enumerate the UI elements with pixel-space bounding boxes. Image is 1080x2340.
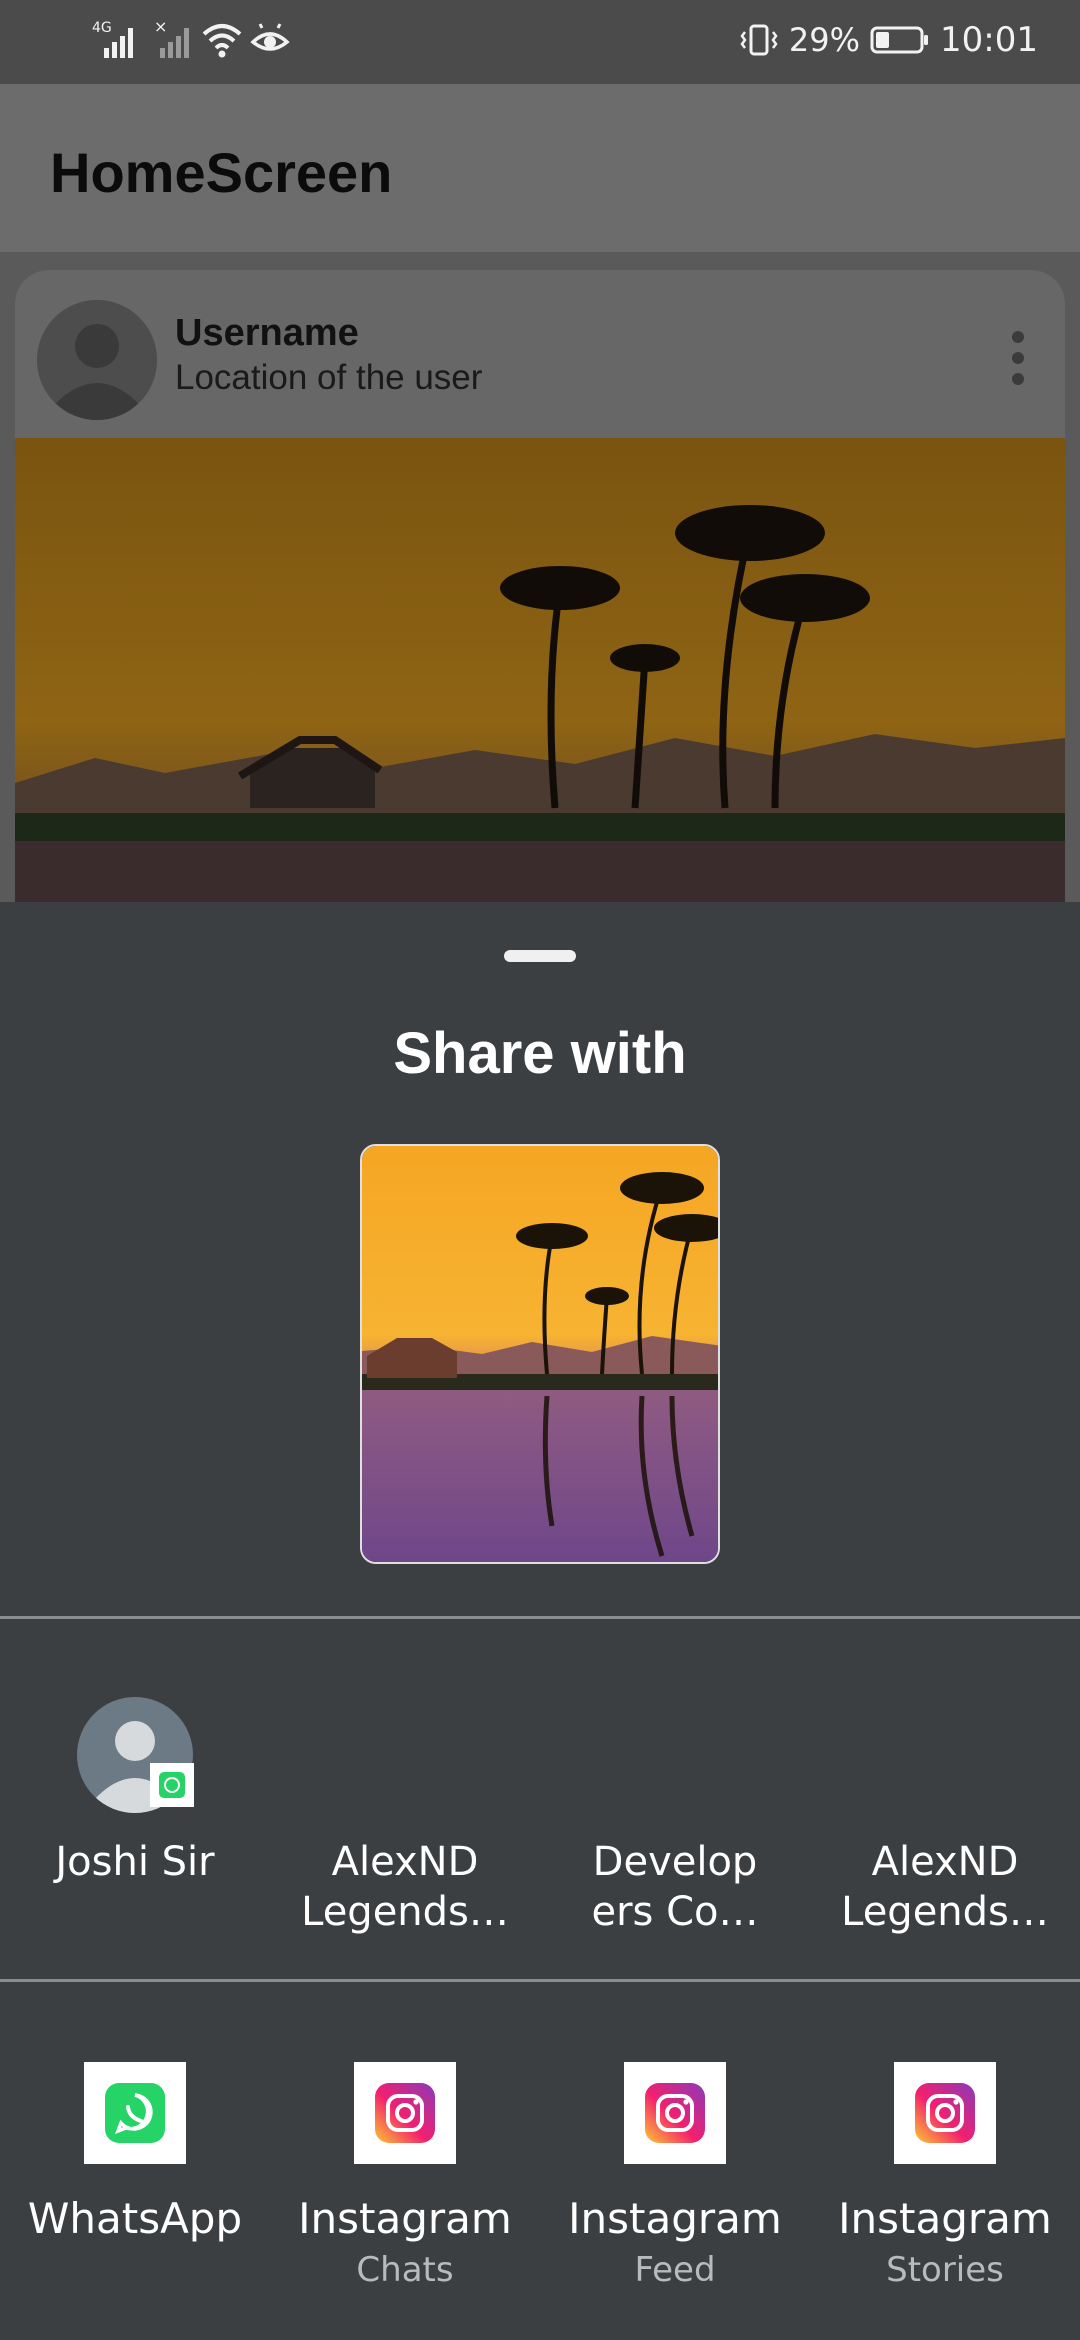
wifi-icon — [202, 24, 242, 58]
app-title: HomeScreen — [50, 141, 393, 204]
share-sheet: Share with Joshi Sir AlexND Legends… Dev… — [0, 902, 1080, 2340]
whatsapp-icon — [84, 2062, 186, 2164]
battery-percent: 29% — [788, 21, 861, 59]
post-username[interactable]: Username — [175, 312, 359, 355]
contact-label: Joshi Sir — [55, 1839, 215, 1885]
app-sublabel: Stories — [886, 2250, 1004, 2290]
app-sublabel: Feed — [634, 2250, 716, 2290]
status-left: 4G × — [92, 18, 290, 62]
contact-target-developers-co[interactable]: Develop ers Co… — [540, 1697, 810, 1947]
instagram-icon — [354, 2062, 456, 2164]
contact-target-alexnd-legends-2[interactable]: AlexND Legends… — [810, 1697, 1080, 1947]
divider-bottom — [0, 1979, 1080, 1982]
cellular-no-signal-icon: × — [154, 18, 189, 58]
instagram-icon — [894, 2062, 996, 2164]
status-bar: 4G × 29% 10:01 — [0, 0, 1080, 84]
apps-row: WhatsApp Instagram Chats Instagram Feed … — [0, 2062, 1080, 2322]
share-sheet-title: Share with — [393, 1021, 687, 1086]
share-preview-image — [360, 1144, 720, 1564]
drag-handle[interactable] — [504, 950, 576, 962]
contacts-row: Joshi Sir AlexND Legends… Develop ers Co… … — [0, 1697, 1080, 1947]
app-label: Instagram — [838, 2194, 1052, 2243]
network-type-label: 4G — [92, 20, 112, 36]
app-label: WhatsApp — [27, 2194, 243, 2243]
clock: 10:01 — [940, 20, 1038, 60]
avatar-placeholder-icon — [37, 300, 157, 420]
preview-sunset-graphic — [362, 1146, 718, 1562]
post-card: Username Location of the user — [15, 270, 1065, 910]
contact-target-alexnd-legends-1[interactable]: AlexND Legends… — [270, 1697, 540, 1947]
battery-icon — [870, 26, 929, 54]
eye-comfort-icon — [250, 23, 290, 51]
app-label: Instagram — [298, 2194, 512, 2243]
contact-label: AlexND Legends… — [841, 1839, 1049, 1935]
contact-label: AlexND Legends… — [301, 1839, 509, 1935]
app-sublabel: Chats — [356, 2250, 454, 2290]
whatsapp-icon — [150, 1763, 194, 1807]
contact-label: Develop ers Co… — [591, 1839, 759, 1935]
more-vert-icon[interactable] — [1011, 330, 1025, 386]
user-avatar[interactable] — [37, 300, 157, 420]
app-bar: HomeScreen — [0, 84, 1080, 252]
status-right: 29% 10:01 — [739, 20, 1038, 60]
instagram-icon — [624, 2062, 726, 2164]
app-label: Instagram — [568, 2194, 782, 2243]
share-app-instagram-stories[interactable]: Instagram Stories — [810, 2062, 1080, 2322]
divider-top — [0, 1616, 1080, 1619]
svg-text:×: × — [154, 18, 167, 36]
post-image[interactable] — [15, 438, 1065, 910]
share-app-whatsapp[interactable]: WhatsApp — [0, 2062, 270, 2322]
share-app-instagram-chats[interactable]: Instagram Chats — [270, 2062, 540, 2322]
vibrate-icon — [740, 24, 778, 56]
post-location: Location of the user — [175, 358, 483, 397]
contact-target-joshi-sir[interactable]: Joshi Sir — [0, 1697, 270, 1947]
cellular-signal-icon: 4G — [92, 20, 133, 58]
share-app-instagram-feed[interactable]: Instagram Feed — [540, 2062, 810, 2322]
